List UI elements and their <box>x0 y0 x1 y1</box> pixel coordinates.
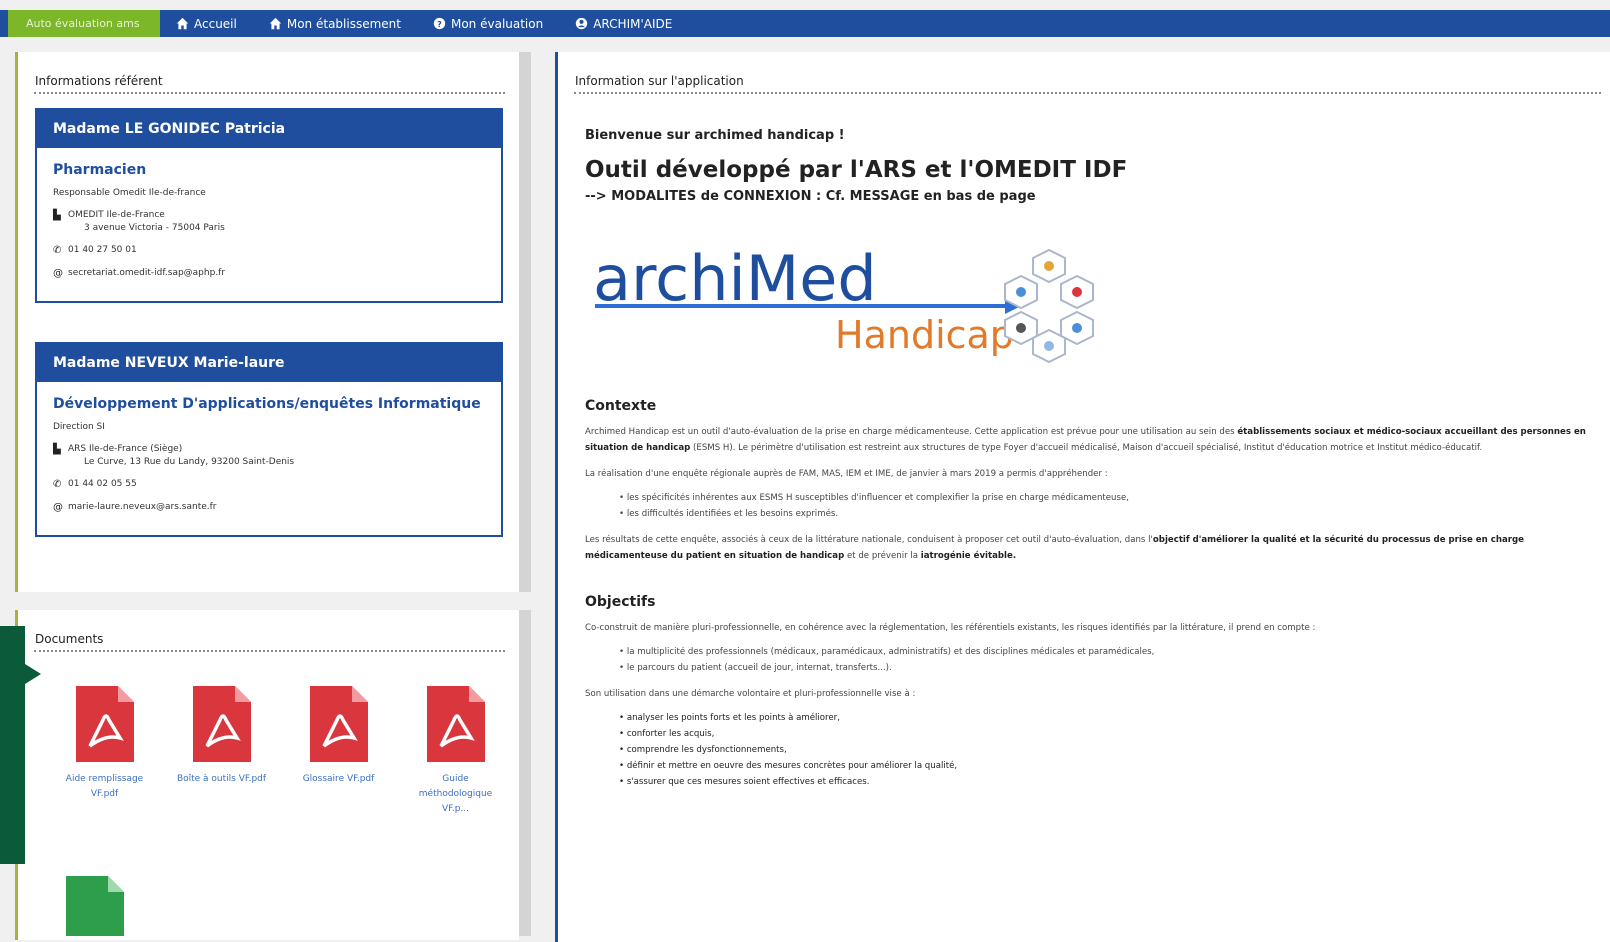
nav-mon-etablissement-label: Mon établissement <box>286 16 401 31</box>
referent-name: Madame NEVEUX Marie-laure <box>37 344 501 382</box>
referent-org-name: ARS Ile-de-France (Siège) <box>68 444 183 454</box>
logo-sub-text: Handicap <box>835 313 1014 357</box>
pdf-file-icon <box>75 686 134 762</box>
document-label[interactable]: Glossaire VF.pdf <box>289 772 389 787</box>
nav-mon-evaluation-label: Mon évaluation <box>450 16 544 31</box>
contexte-list: les spécificités inhérentes aux ESMS H s… <box>585 490 1610 522</box>
referent-org: ▙ ARS Ile-de-France (Siège) Le Curve, 13 … <box>53 444 485 467</box>
documents-panel: Documents Aide remplissage VF.pdf Boîte … <box>15 610 519 940</box>
list-item: définir et mettre en oeuvre des mesures … <box>619 758 1610 774</box>
top-navbar: Auto évaluation ams Accueil Mon établiss… <box>0 10 1610 37</box>
referent-email-address[interactable]: secretariat.omedit-idf.sap@aphp.fr <box>68 268 225 278</box>
referent-email[interactable]: @ secretariat.omedit-idf.sap@aphp.fr <box>53 268 485 279</box>
referent-position: Direction SI <box>53 422 105 432</box>
contexte-heading: Contexte <box>585 398 657 414</box>
nav-archimaide-label: ARCHIM'AIDE <box>593 16 673 31</box>
section-divider <box>34 92 505 94</box>
contexte-paragraph-1: Archimed Handicap est un outil d'auto-év… <box>585 427 1586 453</box>
objectifs-list: la multiplicité des professionnels (médi… <box>585 644 1610 676</box>
referent-phone: ✆ 01 40 27 50 01 <box>53 245 485 256</box>
section-divider <box>574 92 1601 94</box>
objectifs-paragraph-2: Son utilisation dans une démarche volont… <box>585 689 916 699</box>
document-item[interactable]: Glossaire VF.pdf <box>280 686 397 817</box>
pdf-file-icon <box>426 686 485 762</box>
list-item: la multiplicité des professionnels (médi… <box>619 644 1610 660</box>
referent-section-title: Informations référent <box>35 74 163 88</box>
referent-phone: ✆ 01 44 02 05 55 <box>53 479 485 490</box>
list-item: les difficultés identifiées et les besoi… <box>619 506 1610 522</box>
pdf-file-icon <box>309 686 368 762</box>
referent-address: 3 avenue Victoria - 75004 Paris <box>84 223 225 233</box>
contexte-paragraph-3: Les résultats de cette enquête, associés… <box>585 535 1524 561</box>
list-item: comprendre les dysfonctionnements, <box>619 742 1610 758</box>
archimed-logo-graphic: archiMed Handicap <box>593 242 1094 364</box>
referent-panel: Informations référent Madame LE GONIDEC … <box>15 52 519 592</box>
nav-accueil-label: Accueil <box>194 16 237 31</box>
document-item[interactable]: Aide remplissage VF.pdf <box>46 686 163 817</box>
nav-archimaide[interactable]: ARCHIM'AIDE <box>559 17 688 31</box>
question-circle-icon: ? <box>433 17 446 30</box>
referent-phone-number: 01 40 27 50 01 <box>68 245 137 255</box>
brand-tab[interactable]: Auto évaluation ams <box>8 10 160 37</box>
list-item: analyser les points forts et les points … <box>619 710 1610 726</box>
pdf-file-icon <box>192 686 251 762</box>
modalites-text: --> MODALITES de CONNEXION : Cf. MESSAGE… <box>585 189 1036 204</box>
list-item: les spécificités inhérentes aux ESMS H s… <box>619 490 1610 506</box>
documents-grid: Aide remplissage VF.pdf Boîte à outils V… <box>46 686 514 817</box>
documents-section-title: Documents <box>35 632 104 646</box>
referent-role: Développement D'applications/enquêtes In… <box>53 396 481 412</box>
referent-address: Le Curve, 13 Rue du Landy, 93200 Saint-D… <box>84 457 295 467</box>
building-icon: ▙ <box>53 444 61 455</box>
info-panel: Information sur l'application Bienvenue … <box>555 52 1610 942</box>
objectifs-heading: Objectifs <box>585 594 656 610</box>
referent-phone-number: 01 44 02 05 55 <box>68 479 137 489</box>
side-drawer-arrow-icon[interactable] <box>25 664 41 684</box>
contexte-paragraph-2: La réalisation d'une enquête régionale a… <box>585 469 1108 479</box>
referent-role: Pharmacien <box>53 162 147 178</box>
referent-card: Madame NEVEUX Marie-laure Développement … <box>35 342 503 537</box>
document-label[interactable]: Aide remplissage VF.pdf <box>55 772 155 802</box>
nav-accueil[interactable]: Accueil <box>160 17 253 31</box>
spreadsheet-file-icon[interactable] <box>66 876 124 936</box>
building-icon: ▙ <box>53 210 61 221</box>
nav-mon-evaluation[interactable]: ? Mon évaluation <box>417 17 559 31</box>
page-heading: Outil développé par l'ARS et l'OMEDIT ID… <box>585 157 1128 183</box>
svg-text:?: ? <box>437 19 442 29</box>
phone-icon: ✆ <box>53 479 62 490</box>
home-icon <box>269 17 282 30</box>
referent-name: Madame LE GONIDEC Patricia <box>37 110 501 148</box>
document-item[interactable]: Boîte à outils VF.pdf <box>163 686 280 817</box>
welcome-text: Bienvenue sur archimed handicap ! <box>585 128 845 143</box>
at-icon: @ <box>53 502 63 513</box>
referent-card: Madame LE GONIDEC Patricia Pharmacien Re… <box>35 108 503 303</box>
documents-scrollbar[interactable] <box>519 610 531 936</box>
list-item: le parcours du patient (accueil de jour,… <box>619 660 1610 676</box>
referent-email-address[interactable]: marie-laure.neveux@ars.sante.fr <box>68 502 217 512</box>
home-icon <box>176 17 189 30</box>
document-item[interactable]: Guide méthodologique VF.p... <box>397 686 514 817</box>
referent-position: Responsable Omedit Ile-de-france <box>53 188 206 198</box>
side-drawer-tab[interactable] <box>0 626 25 864</box>
list-item: s'assurer que ces mesures soient effecti… <box>619 774 1610 790</box>
nav-mon-etablissement[interactable]: Mon établissement <box>253 17 417 31</box>
referent-scrollbar[interactable] <box>519 52 531 592</box>
referent-org-name: OMEDIT Ile-de-France <box>68 210 165 220</box>
section-divider <box>34 650 505 652</box>
archimed-logo: archiMed Handicap <box>585 228 1610 368</box>
objectifs-goals-list: analyser les points forts et les points … <box>585 710 1610 790</box>
referent-org: ▙ OMEDIT Ile-de-France 3 avenue Victoria … <box>53 210 485 233</box>
referent-email[interactable]: @ marie-laure.neveux@ars.sante.fr <box>53 502 485 513</box>
at-icon: @ <box>53 268 63 279</box>
document-label[interactable]: Boîte à outils VF.pdf <box>172 772 272 787</box>
user-circle-icon <box>576 17 588 30</box>
objectifs-paragraph-1: Co-construit de manière pluri-profession… <box>585 623 1316 633</box>
document-label[interactable]: Guide méthodologique VF.p... <box>406 772 506 817</box>
phone-icon: ✆ <box>53 245 62 256</box>
info-section-title: Information sur l'application <box>575 74 744 88</box>
list-item: conforter les acquis, <box>619 726 1610 742</box>
